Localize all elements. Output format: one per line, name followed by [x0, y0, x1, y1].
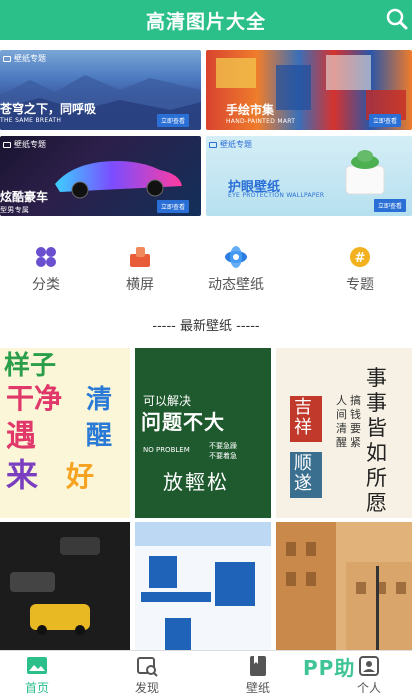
- svg-text:#: #: [355, 251, 366, 266]
- category-landscape[interactable]: 横屏: [100, 245, 180, 294]
- tab-label: 首页: [24, 681, 49, 695]
- grid-icon: [34, 245, 58, 269]
- search-icon[interactable]: [384, 6, 410, 32]
- svg-text:来: 来: [6, 456, 38, 494]
- wallpaper-tile[interactable]: 样子 干净 清 醒 遇 来 好: [0, 348, 130, 518]
- watermark-logo: PP助: [303, 656, 356, 680]
- wallpaper-text: NO PROBLEM: [143, 446, 190, 454]
- tab-label: 个人: [356, 681, 381, 695]
- svg-text:醒: 醒: [86, 421, 112, 451]
- svg-text:好: 好: [65, 460, 94, 493]
- wallpaper-tile[interactable]: [135, 522, 271, 652]
- category-shortcuts: 分类 横屏 动态壁纸 # 专题: [0, 245, 412, 295]
- wallpaper-text: 顺遂: [294, 453, 312, 494]
- wallpaper-icon: [247, 655, 269, 677]
- dynamic-wallpaper-icon: [224, 245, 248, 269]
- tab-label: 发现: [134, 681, 159, 695]
- tab-wallpaper[interactable]: 壁纸: [218, 655, 298, 696]
- wallpaper-text: 吉祥: [294, 397, 312, 438]
- category-dynamic-wallpaper[interactable]: 动态壁纸: [196, 245, 276, 294]
- wallpaper-tile[interactable]: 可以解决 问题不大 NO PROBLEM 不要急躁 不要着急 放輕松: [135, 348, 271, 518]
- banner-tag: 壁纸专题: [3, 139, 46, 150]
- banner-subtitle: EYE PROTECTION WALLPAPER: [228, 192, 325, 199]
- santorini-balcony-art: [135, 522, 271, 652]
- calligraphy-art: 样子 干净 清 醒 遇 来 好: [4, 350, 112, 494]
- wallpaper-text: 不要急躁: [209, 442, 237, 450]
- view-now-button[interactable]: 立即查看: [157, 114, 190, 127]
- wallpaper-text: 放輕松: [163, 470, 229, 494]
- topic-icon: #: [348, 245, 372, 269]
- wallpaper-text: 搞钱要紧: [350, 394, 361, 449]
- svg-text:样子: 样子: [4, 350, 56, 381]
- wallpaper-text: 事事皆如所愿: [366, 366, 387, 515]
- category-label: 分类: [32, 277, 60, 293]
- street-night-art: [0, 522, 130, 652]
- banner-title: 苍穹之下，同呼吸: [0, 102, 97, 116]
- wallpaper-text: 问题不大: [141, 410, 225, 434]
- wallpaper-text: 人间清醒: [336, 394, 347, 449]
- svg-text:干净: 干净: [6, 382, 62, 415]
- category-classify[interactable]: 分类: [6, 245, 86, 294]
- view-now-button[interactable]: 立即查看: [369, 114, 402, 127]
- banner-subtitle: HAND-PAINTED MART: [226, 118, 296, 125]
- landscape-icon: [128, 245, 152, 269]
- app-title: 高清图片大全: [145, 11, 266, 33]
- wallpaper-text: 不要着急: [209, 452, 237, 460]
- banner-subtitle: 型男专属: [0, 206, 30, 214]
- banner-cool-car[interactable]: 壁纸专题 炫酷豪车 型男专属 立即查看: [0, 136, 201, 216]
- banner-eye-protection[interactable]: 壁纸专题 护眼壁纸 EYE PROTECTION WALLPAPER 立即查看: [206, 136, 412, 216]
- svg-text:遇: 遇: [6, 419, 36, 454]
- tab-label: 壁纸: [245, 681, 270, 695]
- view-now-button[interactable]: 立即查看: [157, 200, 190, 213]
- tab-discover[interactable]: 发现: [107, 655, 187, 696]
- category-topic[interactable]: # 专题: [320, 245, 400, 294]
- banner-breath[interactable]: 壁纸专题 苍穹之下，同呼吸 THE SAME BREATH 立即查看: [0, 50, 201, 130]
- app-header: 高清图片大全: [0, 0, 412, 40]
- wallpaper-tile[interactable]: [276, 522, 412, 652]
- category-label: 动态壁纸: [208, 277, 264, 293]
- view-now-button[interactable]: 立即查看: [374, 199, 407, 212]
- banner-tag: 壁纸专题: [3, 53, 46, 64]
- profile-icon: [358, 655, 380, 677]
- paris-street-art: [276, 522, 412, 652]
- category-label: 横屏: [126, 277, 154, 293]
- banner-hand-painted[interactable]: 手绘市集 HAND-PAINTED MART 立即查看: [206, 50, 412, 130]
- wallpaper-tile[interactable]: [0, 522, 130, 652]
- tab-home[interactable]: 首页: [0, 655, 77, 696]
- banner-tag: 壁纸专题: [209, 139, 252, 150]
- banner-subtitle: THE SAME BREATH: [0, 117, 62, 124]
- category-label: 专题: [346, 277, 374, 293]
- banner-title: 炫酷豪车: [0, 190, 49, 204]
- discover-icon: [136, 655, 158, 677]
- wallpaper-tile[interactable]: 事事皆如所愿 吉祥 顺遂 人间清醒 搞钱要紧: [276, 348, 412, 518]
- banner-title: 手绘市集: [226, 103, 275, 117]
- latest-wallpapers-heading: ----- 最新壁纸 -----: [152, 319, 260, 334]
- svg-text:清: 清: [86, 385, 112, 415]
- home-image-icon: [26, 655, 48, 677]
